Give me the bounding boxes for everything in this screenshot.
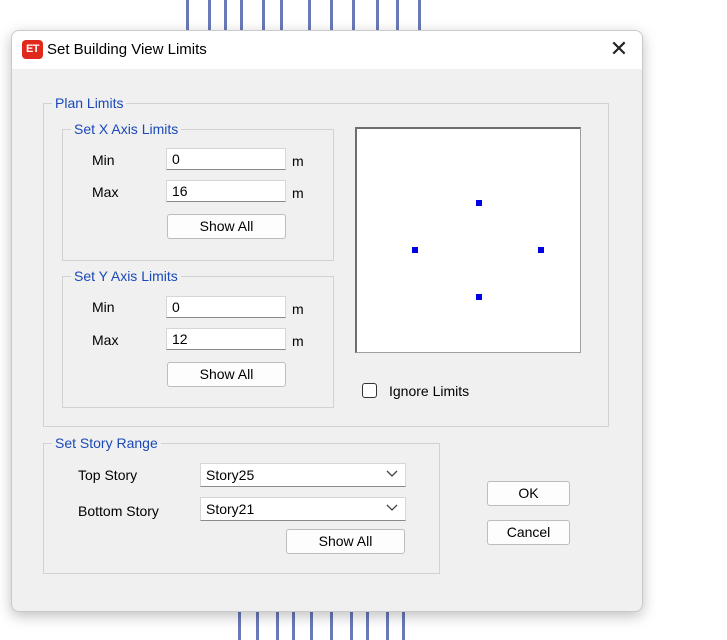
chevron-down-icon xyxy=(386,504,398,511)
top-story-select[interactable]: Story25 xyxy=(200,463,406,487)
y-max-label: Max xyxy=(92,332,119,348)
y-min-unit: m xyxy=(292,301,304,317)
story-show-all-button[interactable]: Show All xyxy=(286,529,405,554)
x-min-unit: m xyxy=(292,153,304,169)
x-max-field[interactable]: 16 xyxy=(166,180,286,202)
right-limit-handle[interactable] xyxy=(538,247,544,253)
x-max-unit: m xyxy=(292,185,304,201)
top-limit-handle[interactable] xyxy=(476,200,482,206)
y-max-unit: m xyxy=(292,333,304,349)
top-story-label: Top Story xyxy=(78,467,138,483)
plan-limits-preview[interactable] xyxy=(355,127,581,353)
ignore-limits-checkbox[interactable] xyxy=(362,383,377,398)
bottom-story-value: Story21 xyxy=(206,501,255,517)
y-axis-limits-label: Set Y Axis Limits xyxy=(71,268,181,284)
cancel-button[interactable]: Cancel xyxy=(487,520,570,545)
y-min-label: Min xyxy=(92,299,115,315)
y-show-all-button[interactable]: Show All xyxy=(167,362,286,387)
y-max-field[interactable]: 12 xyxy=(166,328,286,350)
x-min-label: Min xyxy=(92,152,115,168)
x-axis-limits-label: Set X Axis Limits xyxy=(71,121,182,137)
x-min-field[interactable]: 0 xyxy=(166,148,286,170)
background-building-top xyxy=(180,0,430,30)
ok-button[interactable]: OK xyxy=(487,481,570,506)
bottom-story-select[interactable]: Story21 xyxy=(200,497,406,521)
x-show-all-button[interactable]: Show All xyxy=(167,214,286,239)
background-building-bottom xyxy=(180,610,430,640)
story-range-label: Set Story Range xyxy=(52,435,161,451)
plan-limits-label: Plan Limits xyxy=(52,95,127,111)
title-bar: ET Set Building View Limits ✕ xyxy=(12,31,642,69)
set-building-view-limits-dialog: ET Set Building View Limits ✕ Plan Limit… xyxy=(11,30,643,612)
bottom-story-label: Bottom Story xyxy=(78,503,159,519)
chevron-down-icon xyxy=(386,470,398,477)
etabs-app-icon: ET xyxy=(22,40,43,59)
left-limit-handle[interactable] xyxy=(412,247,418,253)
top-story-value: Story25 xyxy=(206,467,255,483)
close-icon[interactable]: ✕ xyxy=(608,38,630,61)
y-min-field[interactable]: 0 xyxy=(166,296,286,318)
dialog-title: Set Building View Limits xyxy=(47,41,207,58)
x-max-label: Max xyxy=(92,184,119,200)
bottom-limit-handle[interactable] xyxy=(476,294,482,300)
ignore-limits-label[interactable]: Ignore Limits xyxy=(389,383,469,399)
